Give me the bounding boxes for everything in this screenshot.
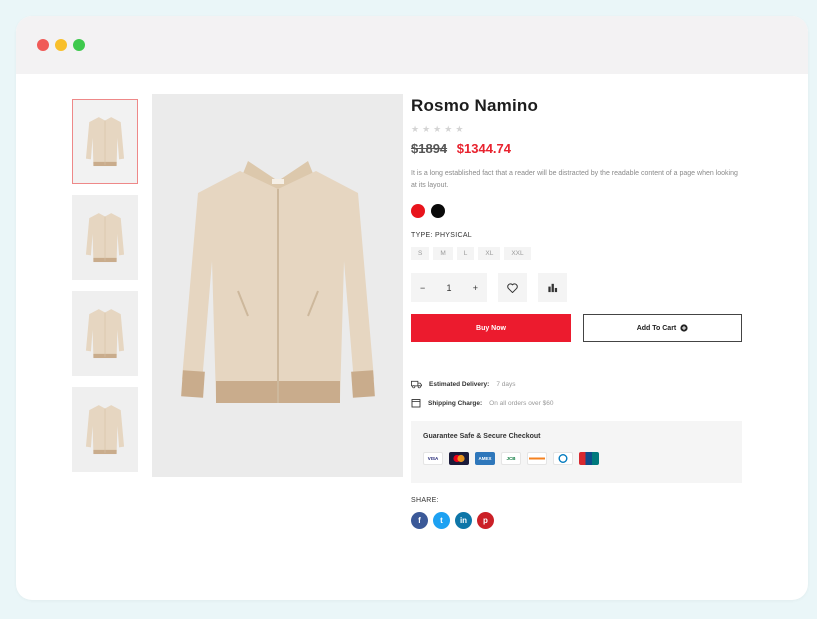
social-share: f t in p [411,512,747,529]
color-swatch-red[interactable] [411,204,425,218]
window-titlebar [16,16,808,74]
main-product-image[interactable] [152,94,403,477]
star-icon: ★ [422,124,434,134]
old-price: $1894 [411,141,448,156]
thumbnail-4[interactable] [72,387,138,472]
twitter-icon[interactable]: t [433,512,450,529]
shipping-row: Shipping Charge: On all orders over $60 [411,398,747,408]
pinterest-icon[interactable]: p [477,512,494,529]
star-icon: ★ [444,124,456,134]
minimize-window-button[interactable] [55,39,67,51]
size-option-m[interactable]: M [433,247,453,260]
purchase-buttons: Buy Now Add To Cart [411,314,747,342]
size-option-xl[interactable]: XL [478,247,501,260]
size-option-xxl[interactable]: XXL [504,247,531,260]
plus-circle-icon [680,324,688,332]
sale-price: $1344.74 [456,141,512,156]
jacket-thumbnail-image [85,212,125,262]
amex-icon: AMEX [475,452,495,465]
close-window-button[interactable] [37,39,49,51]
discover-icon [527,452,547,465]
delivery-info: Estimated Delivery: 7 days Shipping Char… [411,380,747,408]
payment-icons: VISA AMEX JCB [423,452,730,465]
thumbnail-2[interactable] [72,195,138,280]
product-title: Rosmo Namino [411,96,539,115]
increment-button[interactable]: + [473,283,478,293]
quantity-actions: − 1 + [411,273,747,302]
facebook-icon[interactable]: f [411,512,428,529]
star-icon: ★ [411,124,423,134]
delivery-row: Estimated Delivery: 7 days [411,380,747,389]
add-to-cart-button[interactable]: Add To Cart [583,314,742,342]
decrement-button[interactable]: − [420,283,425,293]
thumbnail-list [72,99,140,483]
visa-icon: VISA [423,452,443,465]
color-options [411,204,747,218]
quantity-stepper: − 1 + [411,273,487,302]
color-swatch-black[interactable] [431,204,445,218]
jcb-icon: JCB [501,452,521,465]
compare-button[interactable] [538,273,567,302]
compare-icon [548,283,558,293]
size-option-s[interactable]: S [411,247,430,260]
star-icon: ★ [455,124,467,134]
share-label: SHARE: [411,497,439,504]
heart-icon [507,282,518,293]
wishlist-button[interactable] [498,273,527,302]
size-options: S M L XL XXL [411,247,747,260]
price-block: $1894 $1344.74 [411,141,747,156]
delivery-value: 7 days [496,381,516,388]
shipping-label: Shipping Charge: [428,399,483,407]
star-icon: ★ [433,124,445,134]
rating-stars: ★★★★★ [411,124,747,135]
shipping-value: On all orders over $60 [489,399,554,407]
jacket-thumbnail-image [85,116,125,166]
delivery-label: Estimated Delivery: [429,381,490,388]
jacket-thumbnail-image [85,404,125,454]
type-label: TYPE: PHYSICAL [411,232,472,239]
thumbnail-3[interactable] [72,291,138,376]
product-description: It is a long established fact that a rea… [411,170,738,189]
quantity-value[interactable]: 1 [446,283,451,293]
mastercard-icon [449,452,469,465]
box-icon [411,399,421,408]
diners-club-icon [553,452,573,465]
unionpay-icon [579,452,599,465]
browser-window: Rosmo Namino ★★★★★ $1894 $1344.74 It is … [16,16,808,600]
jacket-thumbnail-image [85,308,125,358]
product-details: Rosmo Namino ★★★★★ $1894 $1344.74 It is … [411,96,747,529]
buy-now-button[interactable]: Buy Now [411,314,571,342]
linkedin-icon[interactable]: in [455,512,472,529]
checkout-title: Guarantee Safe & Secure Checkout [423,433,541,440]
jacket-image [180,160,375,403]
size-option-l[interactable]: L [456,247,475,260]
secure-checkout-box: Guarantee Safe & Secure Checkout VISA AM… [411,421,742,483]
thumbnail-1[interactable] [72,99,138,184]
maximize-window-button[interactable] [73,39,85,51]
truck-icon [411,380,422,389]
add-to-cart-label: Add To Cart [636,324,677,332]
